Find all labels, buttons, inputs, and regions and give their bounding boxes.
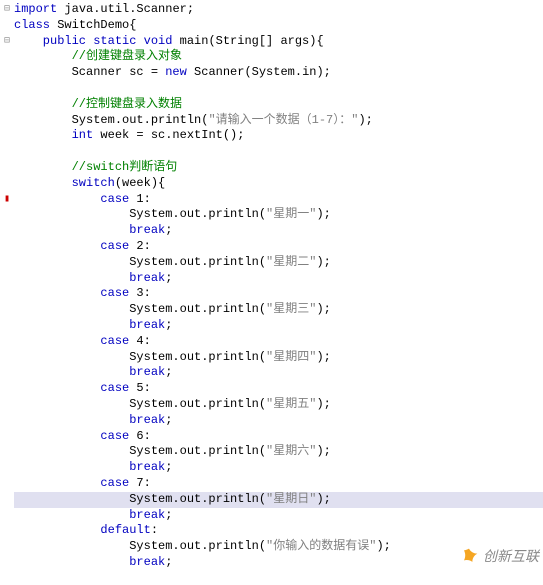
code-editor: ⊟ ⊟ ▮ import java.util.Scanner; class Sw… [0, 0, 543, 573]
code-line: System.out.println("星期五"); [14, 397, 543, 413]
code-line: public static void main(String[] args){ [14, 34, 543, 50]
code-line: break; [14, 318, 543, 334]
code-line: System.out.println("星期一"); [14, 207, 543, 223]
code-line: //switch判断语句 [14, 160, 543, 176]
code-line [14, 81, 543, 97]
code-line: default: [14, 523, 543, 539]
code-line: class SwitchDemo{ [14, 18, 543, 34]
code-line: System.out.println("星期六"); [14, 444, 543, 460]
watermark-icon [459, 547, 479, 567]
code-line: case 3: [14, 286, 543, 302]
code-line: Scanner sc = new Scanner(System.in); [14, 65, 543, 81]
marker-icon: ▮ [2, 192, 12, 208]
code-line [14, 144, 543, 160]
code-line: import java.util.Scanner; [14, 2, 543, 18]
code-line-highlighted: System.out.println("星期日"); [14, 492, 543, 508]
code-line: System.out.println("星期四"); [14, 350, 543, 366]
code-line: //创建键盘录入对象 [14, 49, 543, 65]
code-line: switch(week){ [14, 176, 543, 192]
code-line: break; [14, 508, 543, 524]
code-line: break; [14, 223, 543, 239]
watermark: 创新互联 [459, 547, 539, 567]
code-line: //控制键盘录入数据 [14, 97, 543, 113]
fold-icon: ⊟ [2, 34, 12, 50]
code-line: case 4: [14, 334, 543, 350]
code-line: case 5: [14, 381, 543, 397]
code-line: break; [14, 271, 543, 287]
code-line: System.out.println("星期二"); [14, 255, 543, 271]
code-line: case 2: [14, 239, 543, 255]
code-line: System.out.println("请输入一个数据（1-7）："); [14, 113, 543, 129]
code-line: case 7: [14, 476, 543, 492]
code-line: break; [14, 460, 543, 476]
code-line: System.out.println("星期三"); [14, 302, 543, 318]
code-line: break; [14, 413, 543, 429]
code-line: int week = sc.nextInt(); [14, 128, 543, 144]
watermark-text: 创新互联 [483, 549, 539, 565]
code-line: case 6: [14, 429, 543, 445]
code-line: case 1: [14, 192, 543, 208]
code-line: break; [14, 365, 543, 381]
fold-icon: ⊟ [2, 2, 12, 18]
